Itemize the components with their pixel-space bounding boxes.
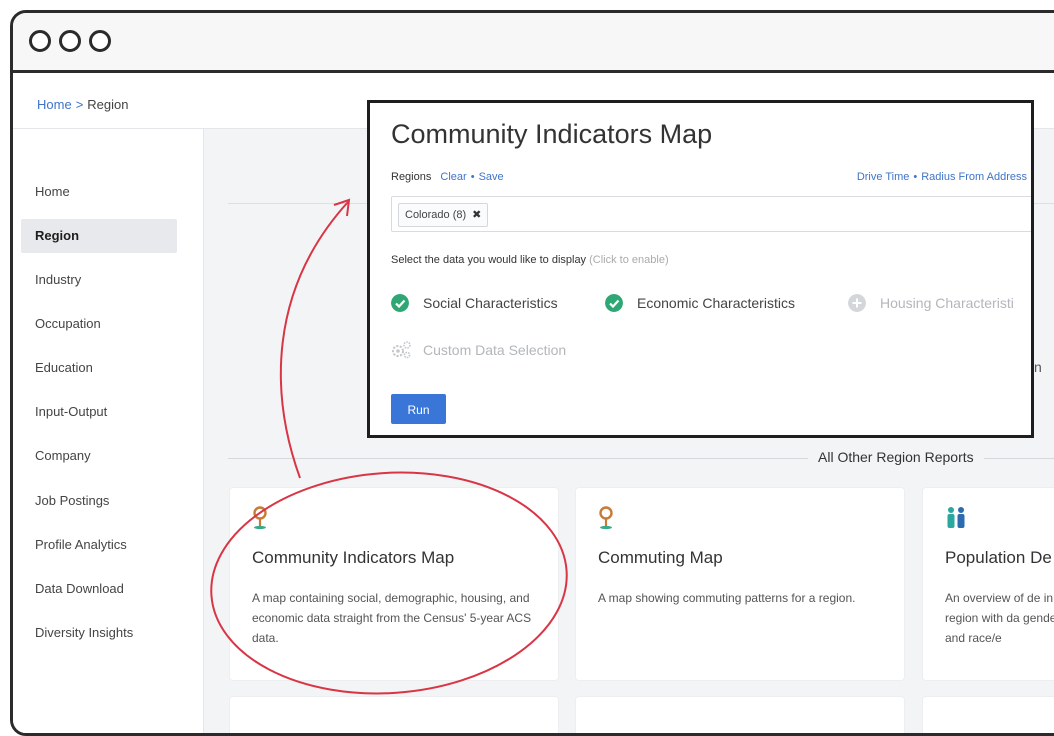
sidebar-nav: Home Region Industry Occupation Educatio…	[13, 129, 204, 733]
data-selection-prompt: Select the data you would like to displa…	[391, 254, 669, 266]
card-description: A map containing social, demographic, ho…	[252, 591, 532, 645]
window-titlebar	[13, 13, 1054, 73]
card-title: Commuting Map	[598, 548, 723, 567]
regions-toolbar: Regions Clear • Save	[391, 171, 504, 183]
breadcrumb: Home > Region	[37, 97, 128, 112]
sidebar-item-education[interactable]: Education	[21, 351, 177, 385]
breadcrumb-separator: >	[75, 97, 84, 112]
save-link[interactable]: Save	[479, 171, 504, 183]
custom-data-selection-label: Custom Data Selection	[423, 342, 567, 358]
remove-tag-icon[interactable]: ✖	[472, 209, 481, 221]
obscured-text-fragment: n	[1034, 359, 1042, 375]
sidebar-item-input-output[interactable]: Input-Output	[21, 395, 177, 429]
radius-from-address-link[interactable]: Radius From Address	[921, 171, 1027, 183]
breadcrumb-current: Region	[87, 97, 129, 112]
dialog-title: Community Indicators Map	[391, 119, 713, 149]
gears-icon	[392, 341, 411, 359]
clear-link[interactable]: Clear	[440, 171, 466, 183]
map-pin-icon	[253, 506, 267, 530]
sidebar-item-data-download[interactable]: Data Download	[21, 572, 177, 606]
section-title: All Other Region Reports	[808, 449, 984, 465]
window-maximize-icon[interactable]	[89, 30, 111, 52]
card-description: A map showing commuting patterns for a r…	[598, 591, 856, 605]
option-label: Social Characteristics	[423, 295, 558, 311]
region-select-input[interactable]: Colorado (8) ✖	[391, 196, 1031, 232]
report-card-placeholder[interactable]	[576, 697, 904, 733]
check-circle-icon	[391, 294, 409, 312]
plus-circle-icon	[848, 294, 866, 312]
breadcrumb-home-link[interactable]: Home	[37, 97, 72, 112]
window-minimize-icon[interactable]	[59, 30, 81, 52]
map-pin-icon	[599, 506, 613, 530]
link-separator: •	[470, 171, 475, 183]
sidebar-item-company[interactable]: Company	[21, 439, 177, 473]
report-card-population-demographics[interactable]: Population De An overview of de in a reg…	[923, 488, 1054, 680]
window-close-icon[interactable]	[29, 30, 51, 52]
report-card-commuting-map[interactable]: Commuting Map A map showing commuting pa…	[576, 488, 904, 680]
report-card-community-indicators[interactable]: Community Indicators Map A map containin…	[230, 488, 558, 680]
region-tag: Colorado (8) ✖	[398, 203, 489, 227]
run-button[interactable]: Run	[391, 394, 446, 424]
regions-label: Regions	[391, 171, 432, 183]
sidebar-item-job-postings[interactable]: Job Postings	[21, 484, 177, 518]
community-indicators-map-dialog: Community Indicators Map Regions Clear • S…	[367, 100, 1034, 438]
report-card-placeholder[interactable]	[923, 697, 1054, 733]
sidebar-item-profile-analytics[interactable]: Profile Analytics	[21, 528, 177, 562]
sidebar-item-occupation[interactable]: Occupation	[21, 307, 177, 341]
region-mode-links: Drive Time • Radius From Address	[857, 171, 1027, 183]
region-tag-label: Colorado (8)	[405, 209, 467, 221]
sidebar-item-region[interactable]: Region	[21, 219, 177, 253]
prompt-text: Select the data you would like to displa…	[391, 254, 587, 266]
option-label: Economic Characteristics	[637, 295, 795, 311]
drive-time-link[interactable]: Drive Time	[857, 171, 910, 183]
sidebar-item-home[interactable]: Home	[21, 175, 177, 209]
sidebar-item-industry[interactable]: Industry	[21, 263, 177, 297]
card-title: Population De	[945, 548, 1052, 567]
check-circle-icon	[605, 294, 623, 312]
card-description: An overview of de in a region with da ge…	[945, 591, 1054, 645]
people-icon	[947, 507, 965, 528]
sidebar-item-diversity-insights[interactable]: Diversity Insights	[21, 616, 177, 650]
report-card-placeholder[interactable]	[230, 697, 558, 733]
link-separator: •	[913, 171, 918, 183]
option-label: Housing Characteristi	[880, 295, 1014, 311]
card-title: Community Indicators Map	[252, 548, 455, 567]
prompt-hint: (Click to enable)	[589, 254, 669, 266]
